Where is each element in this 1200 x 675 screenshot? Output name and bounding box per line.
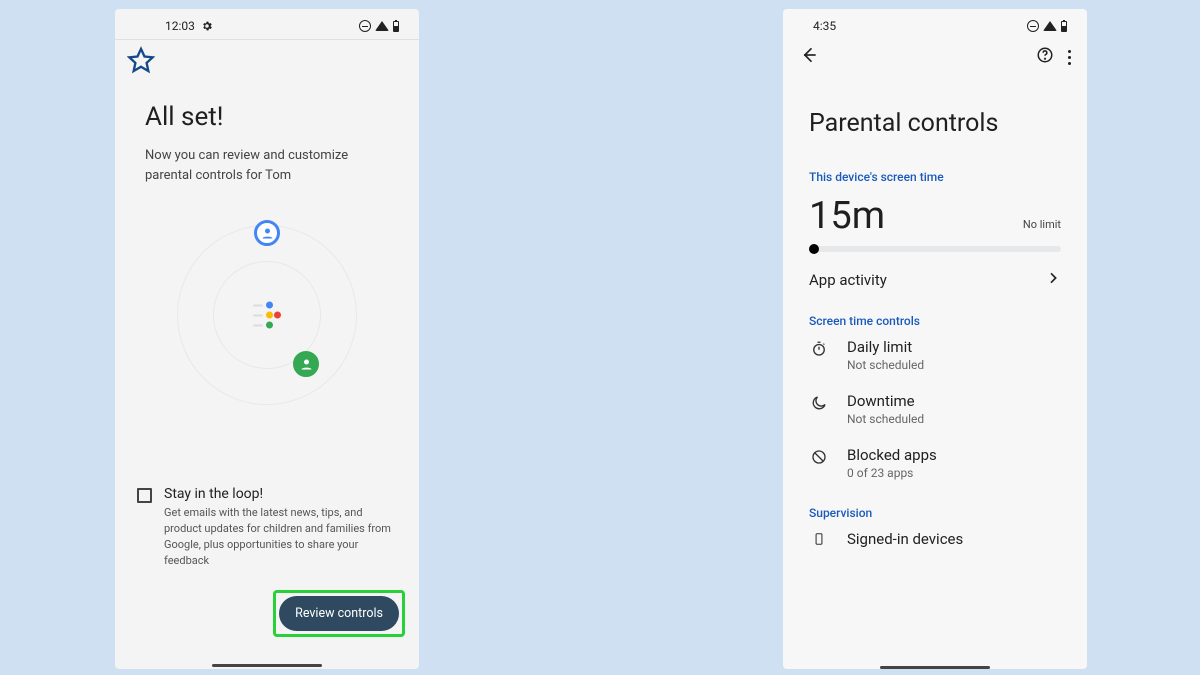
downtime-row[interactable]: Downtime Not scheduled: [783, 382, 1087, 436]
control-subtitle: Not scheduled: [847, 412, 924, 426]
star-icon: [127, 46, 419, 78]
status-bar: 12:03: [115, 9, 419, 33]
family-link-illustration: [177, 225, 357, 405]
help-icon[interactable]: [1036, 46, 1054, 68]
phone-screen-setup-complete: 12:03 All set! Now you can review and cu…: [115, 9, 419, 669]
clock-text: 4:35: [813, 19, 836, 33]
screen-time-limit: No limit: [1023, 218, 1061, 231]
daily-limit-row[interactable]: Daily limit Not scheduled: [783, 328, 1087, 382]
checkbox[interactable]: [137, 488, 152, 503]
phone-icon: [809, 530, 829, 548]
signed-in-devices-label: Signed-in devices: [847, 530, 963, 548]
app-activity-label: App activity: [809, 271, 887, 289]
parent-avatar-icon: [254, 220, 280, 246]
page-title: All set!: [145, 102, 419, 132]
divider: [115, 39, 419, 40]
signed-in-devices-row[interactable]: Signed-in devices: [783, 520, 1087, 548]
page-subtitle: Now you can review and customize parenta…: [145, 146, 385, 185]
gear-icon: [201, 20, 213, 32]
screen-time-value: 15m: [809, 194, 885, 238]
blocked-apps-row[interactable]: Blocked apps 0 of 23 apps: [783, 436, 1087, 490]
wifi-icon: [1043, 21, 1057, 31]
app-bar: [783, 33, 1087, 69]
battery-icon: [1061, 21, 1067, 32]
section-label-supervision: Supervision: [809, 506, 1087, 520]
do-not-disturb-icon: [1027, 20, 1039, 32]
section-label-screen-time: This device's screen time: [809, 170, 1087, 184]
control-title: Daily limit: [847, 338, 924, 356]
chevron-right-icon: [1045, 270, 1061, 290]
control-subtitle: Not scheduled: [847, 358, 924, 372]
moon-icon: [809, 394, 829, 412]
screen-time-progress: [809, 246, 1061, 252]
wifi-icon: [375, 21, 389, 31]
app-activity-row[interactable]: App activity: [783, 252, 1087, 308]
control-subtitle: 0 of 23 apps: [847, 466, 937, 480]
clock-text: 12:03: [165, 19, 195, 33]
do-not-disturb-icon: [359, 20, 371, 32]
review-controls-button[interactable]: Review controls: [279, 596, 399, 631]
page-title: Parental controls: [809, 109, 1087, 138]
highlight-box: Review controls: [273, 590, 405, 637]
opt-in-body: Get emails with the latest news, tips, a…: [164, 505, 397, 569]
section-label-controls: Screen time controls: [809, 314, 1087, 328]
battery-icon: [393, 21, 399, 32]
home-indicator[interactable]: [880, 666, 990, 669]
home-indicator[interactable]: [212, 664, 322, 667]
block-icon: [809, 448, 829, 466]
child-avatar-icon: [293, 351, 319, 377]
opt-in-heading: Stay in the loop!: [164, 486, 397, 502]
back-button[interactable]: [799, 45, 819, 69]
status-bar: 4:35: [783, 9, 1087, 33]
stopwatch-icon: [809, 340, 829, 358]
control-title: Blocked apps: [847, 446, 937, 464]
control-title: Downtime: [847, 392, 924, 410]
phone-screen-parental-controls: 4:35 Parental controls This device's scr…: [783, 9, 1087, 669]
more-options-button[interactable]: [1068, 50, 1071, 65]
email-opt-in[interactable]: Stay in the loop! Get emails with the la…: [137, 486, 397, 569]
